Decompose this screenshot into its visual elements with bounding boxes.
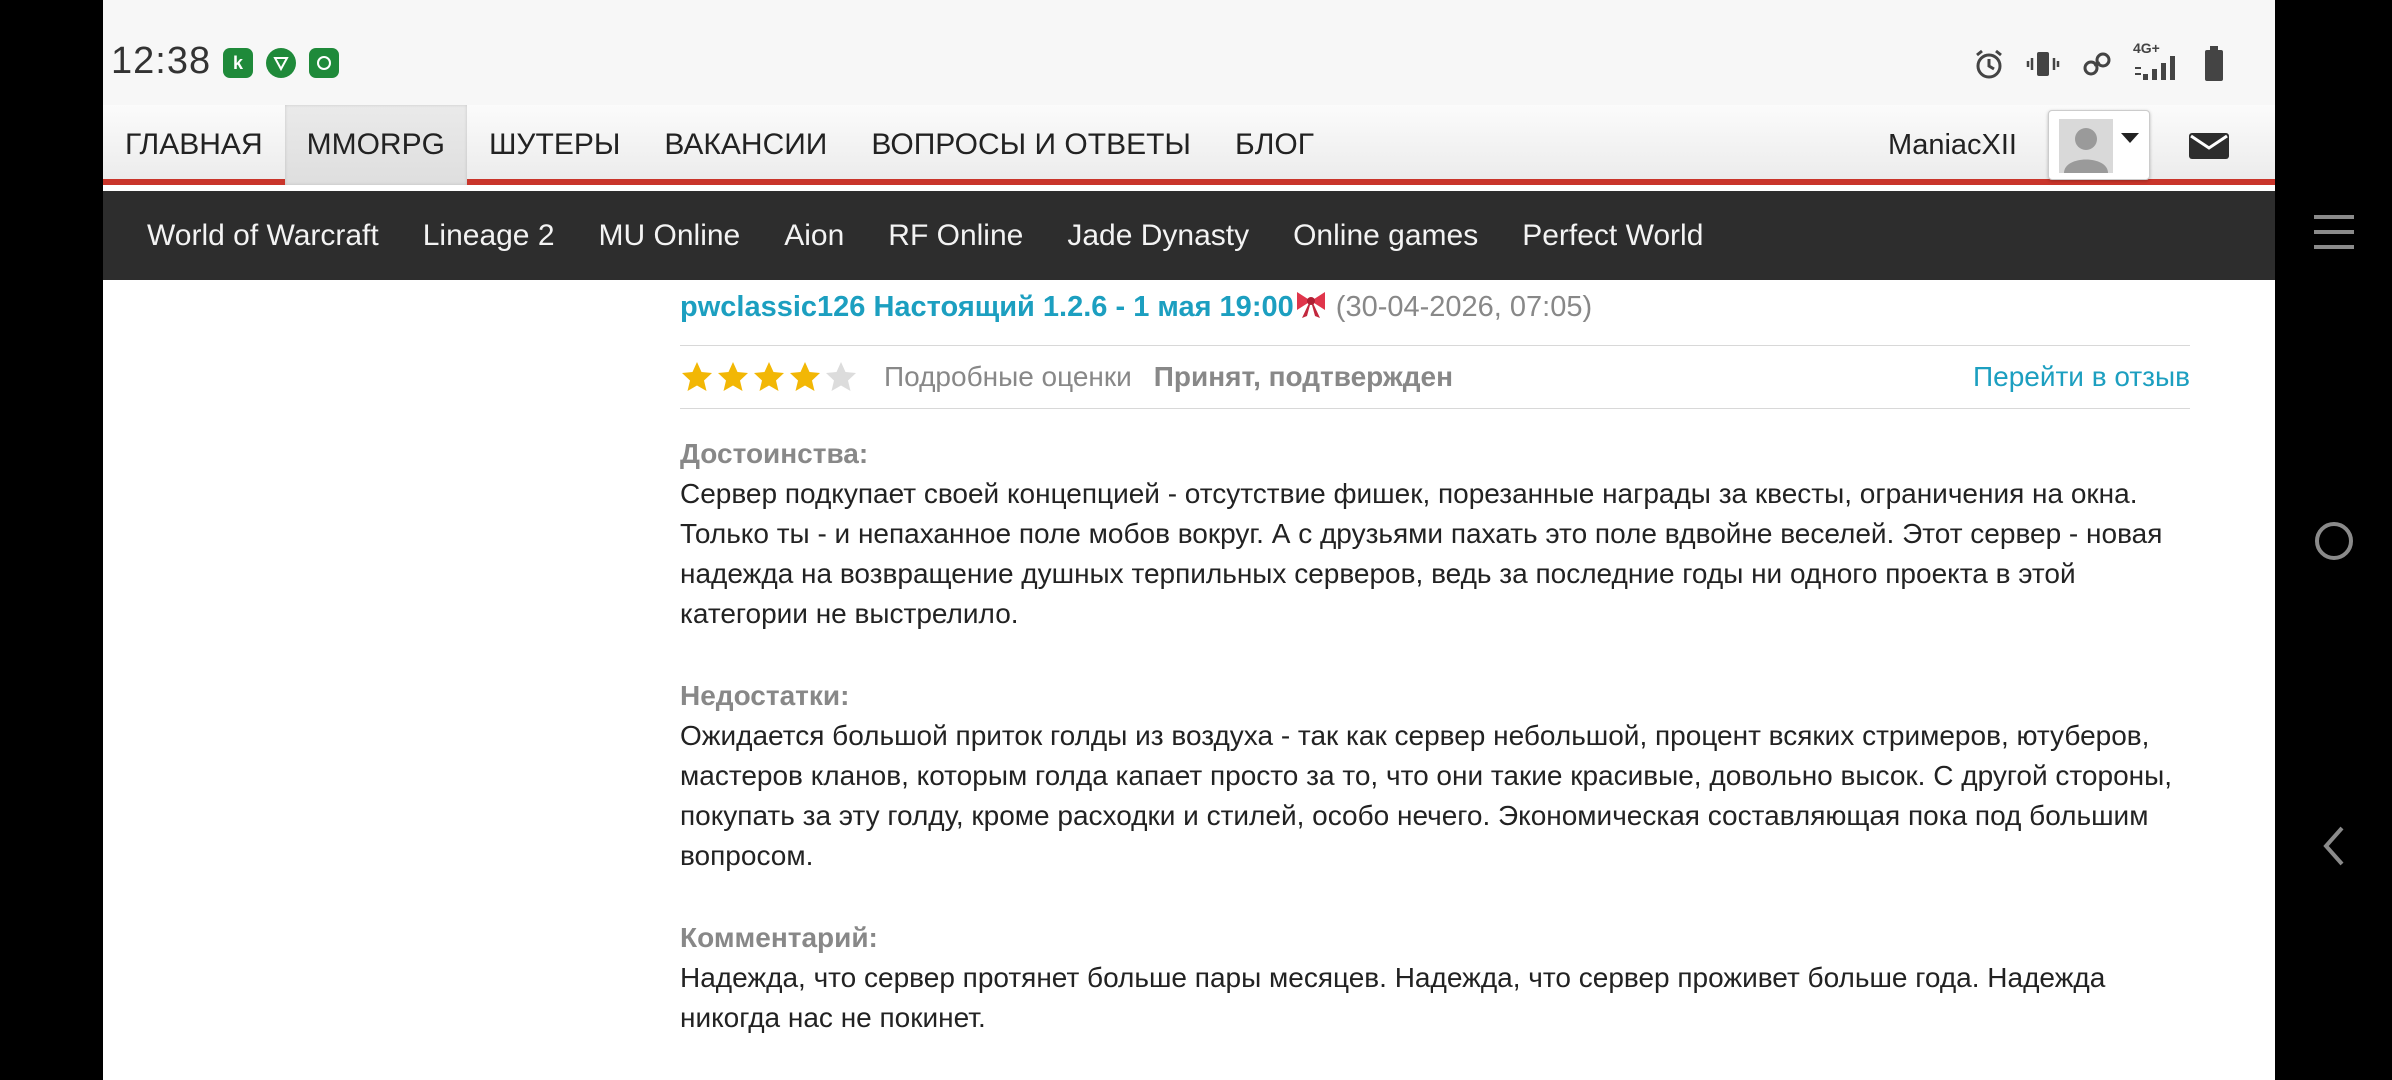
detailed-ratings-link[interactable]: Подробные оценки	[884, 361, 1132, 393]
cons-label: Недостатки:	[680, 680, 850, 711]
star-empty-icon	[826, 362, 856, 391]
ribbon-bow-icon	[1294, 286, 1328, 334]
main-nav: ГЛАВНАЯ MMORPG ШУТЕРЫ ВАКАНСИИ ВОПРОСЫ И…	[103, 105, 2275, 185]
subnav-item-lineage2[interactable]: Lineage 2	[401, 219, 577, 253]
user-menu-button[interactable]	[2048, 110, 2150, 180]
cons-text: Ожидается большой приток голды из воздух…	[680, 720, 2173, 871]
k-app-icon: k	[223, 48, 253, 78]
cons-section: Недостатки: Ожидается большой приток гол…	[680, 676, 2190, 876]
subnav-item-perfect-world[interactable]: Perfect World	[1500, 219, 1725, 253]
pros-text: Сервер подкупает своей концепцией - отсу…	[680, 478, 2163, 629]
chevron-down-icon	[2121, 133, 2139, 143]
alarm-icon	[1971, 46, 2007, 82]
subnav-item-online-games[interactable]: Online games	[1271, 219, 1500, 253]
review-title-link[interactable]: pwclassic126 Настоящий 1.2.6 - 1 мая 19:…	[680, 291, 1294, 323]
back-icon[interactable]	[2275, 824, 2392, 868]
subnav-item-jade-dynasty[interactable]: Jade Dynasty	[1045, 219, 1271, 253]
nav-item-qa[interactable]: ВОПРОСЫ И ОТВЕТЫ	[849, 105, 1213, 185]
subnav-item-aion[interactable]: Aion	[762, 219, 866, 253]
go-to-review-link[interactable]: Перейти в отзыв	[1973, 361, 2190, 393]
nav-item-blog[interactable]: БЛОГ	[1213, 105, 1336, 185]
status-indicators: 4G+	[1971, 40, 2225, 84]
rating-stars	[680, 360, 858, 394]
games-subnav: World of Warcraft Lineage 2 MU Online Ai…	[103, 191, 2275, 280]
avatar	[2059, 119, 2113, 173]
nav-item-vacancies[interactable]: ВАКАНСИИ	[642, 105, 849, 185]
pros-section: Достоинства: Сервер подкупает своей конц…	[680, 434, 2190, 634]
menu-icon[interactable]	[2275, 213, 2392, 251]
screen: 12:38 k 4G+ ГЛАВНАЯ MMORPG ШУТЕРЫ ВАКАНС…	[0, 0, 2392, 1080]
pros-label: Достоинства:	[680, 438, 869, 469]
home-icon[interactable]	[2275, 519, 2392, 563]
comment-text: Надежда, что сервер протянет больше пары…	[680, 962, 2106, 1033]
nav-item-shooters[interactable]: ШУТЕРЫ	[467, 105, 642, 185]
link-icon	[2079, 46, 2115, 82]
system-nav-bar	[2275, 0, 2392, 1080]
main-nav-items: ГЛАВНАЯ MMORPG ШУТЕРЫ ВАКАНСИИ ВОПРОСЫ И…	[103, 105, 1336, 185]
signal-icon: 4G+	[2133, 40, 2185, 84]
vibrate-icon	[2025, 46, 2061, 82]
battery-icon	[2203, 45, 2225, 83]
subnav-item-wow[interactable]: World of Warcraft	[125, 219, 401, 253]
star-filled-icon	[754, 362, 784, 391]
username[interactable]: ManiacXII	[1888, 105, 2017, 185]
star-filled-icon	[790, 362, 820, 391]
nav-item-mmorpg[interactable]: MMORPG	[284, 105, 467, 185]
bubble-app-icon	[309, 48, 339, 78]
comment-label: Комментарий:	[680, 922, 878, 953]
subnav-item-mu-online[interactable]: MU Online	[577, 219, 763, 253]
shield-app-icon	[266, 48, 296, 78]
review-card: pwclassic126 Настоящий 1.2.6 - 1 мая 19:…	[680, 280, 2190, 1038]
browser-page: 12:38 k 4G+ ГЛАВНАЯ MMORPG ШУТЕРЫ ВАКАНС…	[103, 0, 2275, 1080]
nav-item-home[interactable]: ГЛАВНАЯ	[103, 105, 285, 185]
subnav-item-rf-online[interactable]: RF Online	[866, 219, 1045, 253]
status-time: 12:38	[111, 40, 212, 82]
status-bar: 12:38 k 4G+	[103, 0, 2275, 105]
rating-bar: Подробные оценки Принят, подтвержден Пер…	[680, 345, 2190, 409]
review-date: (30-04-2026, 07:05)	[1335, 291, 1593, 323]
star-filled-icon	[682, 362, 712, 391]
star-filled-icon	[718, 362, 748, 391]
review-header: pwclassic126 Настоящий 1.2.6 - 1 мая 19:…	[680, 283, 2190, 331]
comment-section: Комментарий: Надежда, что сервер протяне…	[680, 918, 2190, 1038]
mail-icon[interactable]	[2188, 129, 2230, 166]
review-status: Принят, подтвержден	[1153, 361, 1454, 392]
